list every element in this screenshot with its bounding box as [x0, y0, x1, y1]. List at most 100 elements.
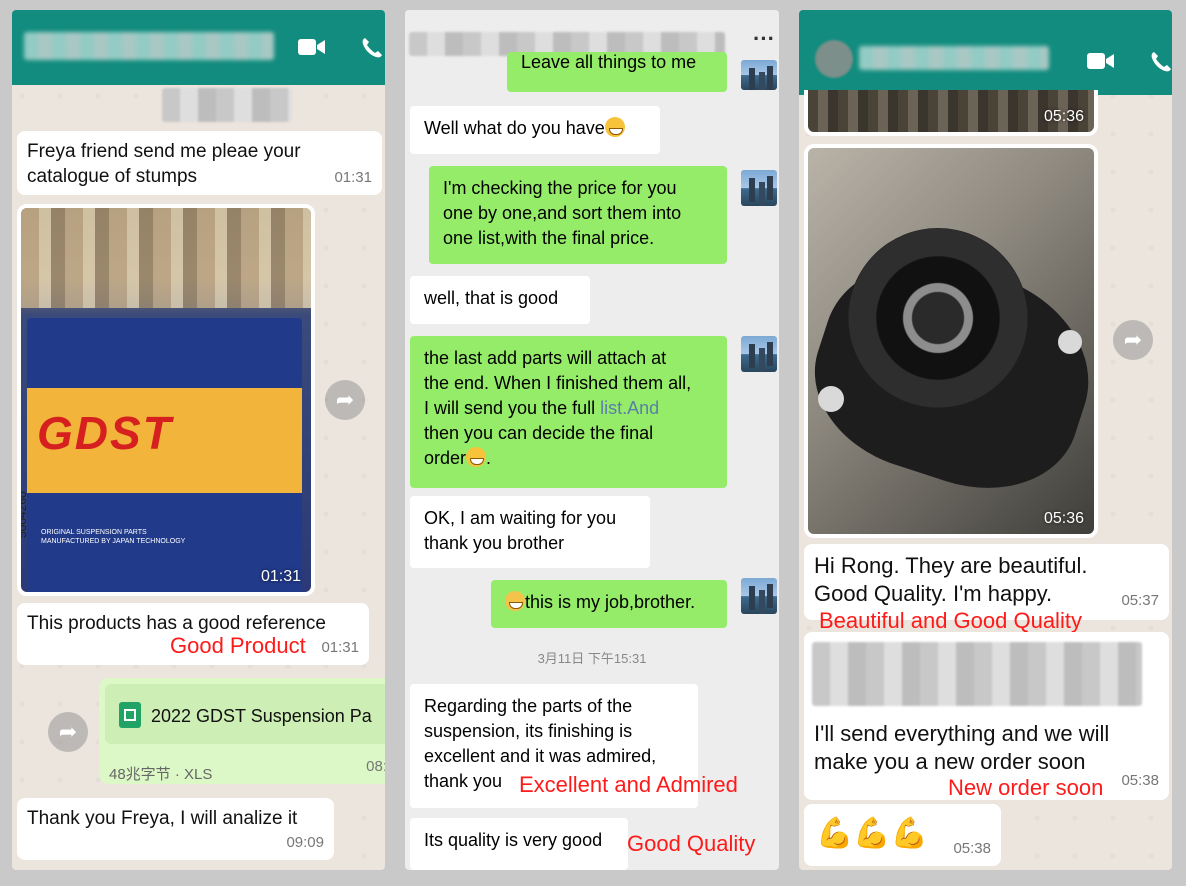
message-text: one by one,and sort them into: [443, 203, 682, 223]
message-text: Hi Rong. They are beautiful.: [814, 553, 1088, 578]
avatar[interactable]: [741, 578, 777, 614]
file-message[interactable]: 2022 GDST Suspension Pa 48兆字节 · XLS 08:: [99, 678, 385, 784]
chat-timestamp: 3月11日 下午15:31: [537, 651, 647, 666]
highlight-tag: New order soon: [948, 775, 1104, 800]
product-photo-strut-mount[interactable]: 05:36: [804, 144, 1098, 538]
message-text: Thank you Freya, I will analize it: [27, 808, 298, 829]
message-text: order.: [424, 446, 713, 471]
message-text: I'm checking the price for you: [443, 178, 677, 198]
shy-emoji-icon: [505, 591, 525, 611]
message-text: suspension, its finishing is: [424, 721, 633, 741]
strut-mount-bearing: [848, 228, 1028, 408]
avatar[interactable]: [741, 60, 777, 90]
grinning-emoji-icon: [604, 117, 625, 137]
box-caption-line: MANUFACTURED BY JAPAN TECHNOLOGY: [41, 538, 186, 545]
message-text: I will send you the full list.And: [424, 396, 713, 421]
message-text: the last add parts will attach at: [424, 348, 667, 368]
message-bubble[interactable]: Thank you Freya, I will analize it 09:09: [17, 798, 334, 860]
message-bubble[interactable]: I'll send everything and we will make yo…: [804, 632, 1169, 800]
side-code: 5004260: [17, 491, 29, 538]
avatar[interactable]: [815, 40, 853, 78]
message-text: Good Quality. I'm happy.: [814, 581, 1053, 606]
photo-time: 01:31: [260, 568, 301, 585]
file-meta-sep: ·: [174, 766, 180, 783]
message-bubble[interactable]: I'm checking the price for you one by on…: [429, 166, 727, 264]
message-text: Regarding the parts of the: [424, 696, 633, 716]
photo-time: 05:36: [1043, 108, 1084, 125]
highlight-tag: Good Quality: [627, 831, 756, 856]
blurred-date: [162, 88, 292, 122]
message-bubble[interactable]: the last add parts will attach at the en…: [410, 336, 727, 488]
product-photo-gdst-box[interactable]: GDST ORIGINAL SUSPENSION PARTS MANUFACTU…: [17, 204, 315, 596]
message-text: I'll send everything and we will: [814, 721, 1110, 746]
message-bubble[interactable]: well, that is good: [410, 276, 590, 324]
chat-header: [799, 10, 1172, 95]
message-text: Well what do you have: [424, 118, 605, 138]
message-text: OK, I am waiting for you: [424, 508, 617, 528]
chat-header: [12, 10, 385, 85]
message-text: make you a new order soon: [814, 749, 1086, 774]
blurred-contact-name: [24, 32, 274, 60]
message-text: Freya friend send me pleae your: [27, 141, 301, 162]
gdst-box: GDST ORIGINAL SUSPENSION PARTS MANUFACTU…: [27, 318, 302, 592]
message-time: 05:38: [953, 840, 991, 857]
message-bubble[interactable]: This products has a good reference Good …: [17, 603, 369, 665]
message-time: 05:38: [1121, 772, 1159, 789]
highlight-tag: Good Product: [170, 633, 306, 658]
box-caption: ORIGINAL SUSPENSION PARTS MANUFACTURED B…: [41, 528, 185, 546]
message-bubble[interactable]: Freya friend send me pleae your catalogu…: [17, 131, 382, 195]
file-meta: 48兆字节 · XLS: [109, 762, 212, 787]
spreadsheet-icon: [119, 702, 141, 728]
chat-panel-middle: ··· Leave all things to me Well what do …: [405, 10, 779, 870]
file-name: 2022 GDST Suspension Pa: [151, 706, 372, 726]
flexed-biceps-icon: 💪💪💪: [816, 817, 929, 850]
message-text: Leave all things to me: [521, 52, 697, 72]
message-text: well, that is good: [424, 288, 559, 308]
avatar[interactable]: [741, 170, 777, 206]
message-time: 05:37: [1121, 592, 1159, 609]
phone-icon[interactable]: [1149, 50, 1172, 74]
forward-icon[interactable]: ➦: [325, 380, 365, 420]
message-text: this is my job,brother.: [525, 592, 696, 612]
chat-panel-left: Freya friend send me pleae your catalogu…: [12, 10, 385, 870]
forward-icon[interactable]: ➦: [1113, 320, 1153, 360]
message-time: 08:: [366, 758, 385, 775]
message-text: then you can decide the final: [424, 423, 654, 443]
video-call-icon[interactable]: [298, 38, 326, 56]
message-time: 01:31: [334, 169, 372, 186]
mount-bolt: [1058, 330, 1082, 354]
message-bubble[interactable]: OK, I am waiting for you thank you broth…: [410, 496, 650, 568]
message-text: Its quality is very good: [424, 830, 603, 850]
message-text: the end. When I finished them all,: [424, 373, 692, 393]
file-card[interactable]: 2022 GDST Suspension Pa: [105, 684, 385, 744]
message-bubble[interactable]: Its quality is very good: [410, 818, 628, 870]
gdst-logo: GDST: [37, 407, 173, 459]
highlight-tag: Excellent and Admired: [519, 772, 738, 797]
forward-icon[interactable]: ➦: [48, 712, 88, 752]
message-text: .: [486, 448, 492, 468]
video-call-icon[interactable]: [1087, 52, 1115, 70]
phone-icon[interactable]: [360, 36, 384, 60]
grinning-emoji-icon: [466, 447, 487, 467]
message-bubble[interactable]: this is my job,brother.: [491, 580, 727, 628]
message-link[interactable]: list.And: [600, 398, 659, 418]
chat-panel-right: 05:36 05:36 ➦ Hi Rong. They are beautifu…: [799, 10, 1172, 870]
highlight-tag: Beautiful and Good Quality: [819, 608, 1082, 633]
message-bubble[interactable]: Leave all things to me: [507, 52, 727, 92]
message-text: thank you: [424, 771, 503, 791]
message-text: thank you brother: [424, 533, 565, 553]
avatar[interactable]: [741, 336, 777, 372]
product-photo-partial[interactable]: 05:36: [804, 90, 1098, 136]
blurred-message-text: [812, 642, 1142, 706]
message-text: I will send you the full: [424, 398, 601, 418]
message-text: one list,with the final price.: [443, 228, 655, 248]
message-bubble[interactable]: 💪💪💪 05:38: [804, 804, 1001, 866]
message-bubble[interactable]: Well what do you have: [410, 106, 660, 154]
message-text: excellent and it was admired,: [424, 746, 657, 766]
file-size: 48兆字节: [109, 766, 171, 783]
message-text: order: [424, 448, 467, 468]
photo-time: 05:36: [1043, 510, 1084, 527]
message-time: 09:09: [286, 834, 324, 851]
message-time: 01:31: [321, 639, 359, 656]
more-options-icon[interactable]: ···: [753, 26, 775, 52]
